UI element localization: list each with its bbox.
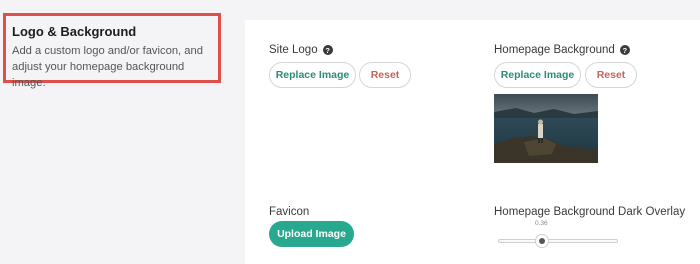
dark-overlay-label-row: Homepage Background Dark Overlay [494, 206, 685, 218]
landscape-image [494, 94, 598, 163]
dark-overlay-value: 0.36 [535, 220, 548, 227]
site-logo-label: Site Logo [269, 44, 318, 56]
site-logo-label-row: Site Logo ? [269, 44, 333, 56]
homepage-background-thumbnail [494, 94, 598, 163]
homepage-background-reset-button[interactable]: Reset [585, 62, 637, 88]
dark-overlay-slider-thumb[interactable] [535, 234, 549, 248]
settings-panel: Site Logo ? Replace Image Reset Homepage… [245, 20, 700, 264]
site-logo-reset-button[interactable]: Reset [359, 62, 411, 88]
favicon-label-row: Favicon [269, 206, 309, 218]
homepage-background-replace-button[interactable]: Replace Image [494, 62, 581, 88]
section-intro: Logo & Background Add a custom logo and/… [3, 13, 221, 89]
question-circle-icon[interactable]: ? [322, 45, 333, 55]
section-title: Logo & Background [12, 24, 137, 39]
question-circle-icon[interactable]: ? [619, 45, 630, 55]
favicon-label: Favicon [269, 206, 310, 218]
favicon-upload-button[interactable]: Upload Image [269, 221, 354, 247]
dark-overlay-label: Homepage Background Dark Overlay [494, 206, 686, 218]
homepage-background-label-row: Homepage Background ? [494, 44, 630, 56]
dark-overlay-slider-track[interactable] [498, 239, 618, 243]
homepage-background-label: Homepage Background [494, 44, 615, 56]
site-logo-replace-button[interactable]: Replace Image [269, 62, 356, 88]
section-description: Add a custom logo and/or favicon, and ad… [12, 45, 203, 89]
